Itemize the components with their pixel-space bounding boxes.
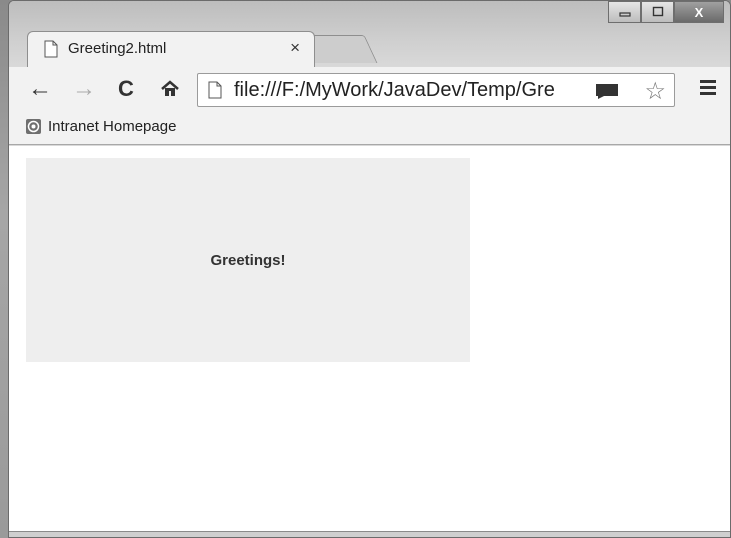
window-controls: X: [608, 1, 724, 25]
reload-button[interactable]: C: [113, 76, 139, 102]
bookmark-label: Intranet Homepage: [48, 118, 177, 135]
address-bar[interactable]: file:///F:/MyWork/JavaDev/Temp/Gre ☆: [197, 73, 675, 107]
title-bar: Greeting2.html × X: [9, 1, 730, 67]
minimize-button[interactable]: [608, 1, 641, 23]
back-button[interactable]: ←: [27, 75, 53, 102]
tab-close-icon[interactable]: ×: [290, 38, 300, 58]
arrow-left-icon: ←: [28, 75, 52, 102]
home-button[interactable]: [157, 76, 183, 102]
translate-icon[interactable]: [594, 82, 620, 100]
maximize-icon: [652, 6, 663, 17]
page-icon: [208, 81, 222, 99]
bookmark-star-icon[interactable]: ☆: [644, 77, 666, 106]
maximize-button[interactable]: [641, 1, 674, 23]
greeting-text: Greetings!: [210, 251, 286, 269]
minimize-icon: [618, 12, 631, 17]
menu-button[interactable]: [696, 75, 720, 99]
close-window-button[interactable]: X: [674, 1, 724, 23]
browser-window: Greeting2.html × X ← → C file:///F:/MyWo…: [8, 0, 731, 538]
home-icon: [161, 80, 179, 96]
forward-button[interactable]: →: [71, 75, 97, 102]
tab-title: Greeting2.html: [68, 40, 167, 57]
close-icon: X: [694, 4, 704, 20]
bookmark-intranet-homepage[interactable]: Intranet Homepage: [25, 118, 176, 135]
intranet-icon: [26, 119, 41, 134]
browser-toolbar: ← → C file:///F:/MyWork/JavaDev/Temp/Gre: [9, 67, 730, 113]
greeting-box: Greetings!: [26, 158, 470, 362]
tab-greeting2[interactable]: Greeting2.html ×: [27, 31, 315, 67]
reload-icon: C: [118, 76, 134, 101]
bookmarks-bar: Intranet Homepage: [9, 113, 730, 145]
arrow-right-icon: →: [72, 75, 96, 102]
page-icon: [44, 40, 58, 58]
page-content: Greetings!: [9, 146, 730, 532]
window-bottom-border: [9, 532, 730, 537]
address-url: file:///F:/MyWork/JavaDev/Temp/Gre: [234, 79, 555, 101]
